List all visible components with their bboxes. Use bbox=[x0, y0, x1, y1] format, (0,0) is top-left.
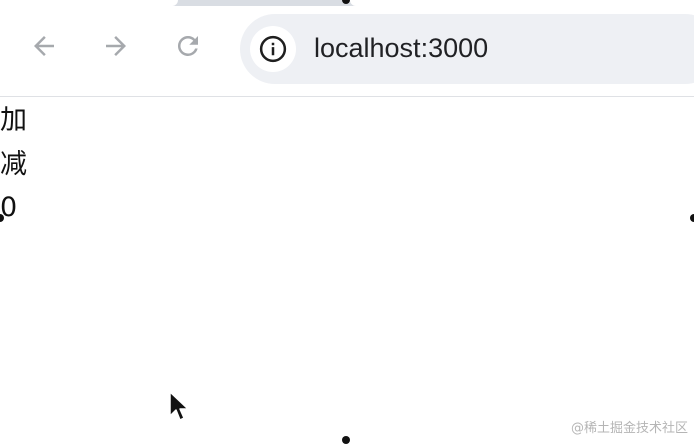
info-icon bbox=[259, 35, 287, 63]
back-button[interactable] bbox=[28, 30, 60, 62]
page-content: 加 减 0 bbox=[0, 97, 694, 440]
arrow-right-icon bbox=[106, 36, 126, 56]
reload-icon bbox=[177, 35, 198, 56]
mouse-pointer-icon bbox=[169, 391, 189, 421]
subtract-button[interactable]: 减 bbox=[0, 149, 27, 181]
add-button[interactable]: 加 bbox=[0, 105, 27, 137]
reload-button[interactable] bbox=[172, 30, 204, 62]
site-info-button[interactable] bbox=[250, 26, 296, 72]
forward-button[interactable] bbox=[100, 30, 132, 62]
frame-handle-right bbox=[690, 214, 694, 222]
url-text[interactable]: localhost:3000 bbox=[314, 33, 488, 64]
frame-handle-bottom bbox=[342, 436, 350, 444]
watermark: @稀土掘金技术社区 bbox=[570, 421, 688, 436]
arrow-left-icon bbox=[34, 36, 54, 56]
